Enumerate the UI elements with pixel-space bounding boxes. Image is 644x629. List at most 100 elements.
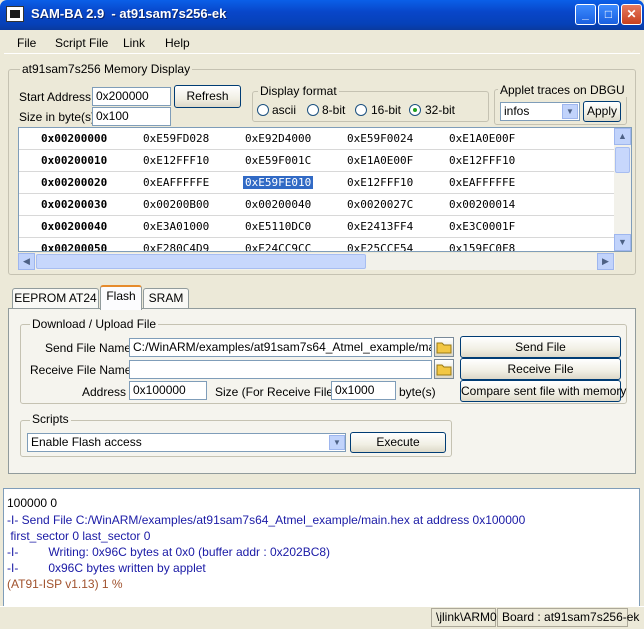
- compare-button[interactable]: Compare sent file with memory: [460, 380, 626, 402]
- memory-cell[interactable]: 0xE5110DC0: [245, 220, 311, 233]
- memory-cell[interactable]: 0xE3A01000: [143, 220, 209, 233]
- maximize-button[interactable]: □: [598, 4, 619, 25]
- memory-row[interactable]: 0x00200040 0xE3A01000 0xE5110DC0 0xE2413FF4…: [19, 216, 615, 238]
- memory-address: 0x00200000: [41, 132, 108, 145]
- memory-row[interactable]: 0x00200010 0xE12FFF10 0xE59F001C 0xE1A0E00F…: [19, 150, 615, 172]
- receive-file-browse-button[interactable]: [434, 359, 454, 379]
- execute-button[interactable]: Execute: [350, 432, 446, 453]
- console-line: -I- 0x96C bytes written by applet: [7, 561, 206, 575]
- display-format-label: Display format: [258, 84, 339, 98]
- window-title: SAM-BA 2.9 - at91sam7s256-ek: [31, 6, 227, 21]
- size-input[interactable]: 0x100: [92, 107, 171, 126]
- radio-8bit[interactable]: [307, 104, 319, 116]
- refresh-button[interactable]: Refresh: [174, 85, 241, 108]
- vscroll-thumb[interactable]: [615, 147, 630, 173]
- console-line: -I- Send File C:/WinARM/examples/at91sam…: [7, 513, 526, 527]
- radio-ascii-label: ascii: [272, 103, 297, 117]
- radio-ascii[interactable]: [257, 104, 269, 116]
- script-select[interactable]: Enable Flash access: [27, 433, 346, 452]
- memory-cell[interactable]: 0xE59FD028: [143, 132, 209, 145]
- receive-file-button[interactable]: Receive File: [460, 358, 621, 380]
- memory-cell[interactable]: 0x00200B00: [143, 198, 209, 211]
- chevron-down-icon: ▼: [333, 438, 341, 447]
- scroll-left-button[interactable]: ◀: [18, 253, 35, 270]
- memory-cell[interactable]: 0xE12FFF10: [449, 154, 515, 167]
- tab-flash[interactable]: Flash: [100, 285, 142, 310]
- radio-16bit[interactable]: [355, 104, 367, 116]
- address-input[interactable]: 0x100000: [129, 381, 207, 400]
- close-icon: ✕: [626, 7, 637, 21]
- memory-address: 0x00200010: [41, 154, 108, 167]
- tab-eeprom[interactable]: EEPROM AT24: [12, 288, 99, 309]
- menu-help[interactable]: Help: [165, 36, 190, 50]
- tab-sram[interactable]: SRAM: [143, 288, 189, 309]
- memory-row[interactable]: 0x00200000 0xE59FD028 0xE92D4000 0xE59F0024…: [19, 128, 615, 150]
- memory-cell[interactable]: 0xE3C0001F: [449, 220, 515, 233]
- memory-cell[interactable]: 0xE12FFF10: [143, 154, 209, 167]
- memory-cell[interactable]: 0xE59FE010: [243, 176, 314, 189]
- status-connection: \jlink\ARM0: [431, 608, 497, 627]
- memory-cell[interactable]: 0x00200014: [449, 198, 515, 211]
- memory-grid[interactable]: 0x00200000 0xE59FD028 0xE92D4000 0xE59F0024…: [18, 127, 632, 252]
- send-file-browse-button[interactable]: [434, 337, 454, 357]
- memory-row[interactable]: 0x00200050 0xF280C4D9 0xE24CC9CC 0xF25CCF54…: [19, 238, 615, 251]
- script-dropdown[interactable]: ▼: [329, 435, 345, 450]
- scroll-down-button[interactable]: ▼: [614, 234, 631, 251]
- menu-file[interactable]: File: [17, 36, 36, 50]
- memory-cell[interactable]: 0xE24CC9CC: [245, 242, 311, 251]
- memory-cell[interactable]: 0xEAFFFFFE: [449, 176, 515, 189]
- script-select-value: Enable Flash access: [31, 435, 142, 449]
- applet-traces-label: Applet traces on DBGU: [498, 83, 627, 97]
- status-board: Board : at91sam7s256-ek: [497, 608, 639, 627]
- folder-icon: [436, 342, 452, 354]
- memory-cell[interactable]: 0xE59F0024: [347, 132, 413, 145]
- size-label: Size in byte(s) :: [19, 110, 102, 124]
- scripts-label: Scripts: [30, 412, 71, 426]
- memory-row[interactable]: 0x00200020 0xEAFFFFFE 0xE59FE010 0xE12FFF10…: [19, 172, 615, 194]
- maximize-icon: □: [604, 7, 613, 21]
- close-button[interactable]: ✕: [621, 4, 642, 25]
- receive-size-label: Size (For Receive File) :: [215, 385, 344, 399]
- memory-display-label: at91sam7s256 Memory Display: [20, 62, 193, 76]
- memory-cell[interactable]: 0xE59F001C: [245, 154, 311, 167]
- memory-cell[interactable]: 0xE2413FF4: [347, 220, 413, 233]
- chevron-down-icon: ▼: [566, 107, 574, 116]
- start-address-input[interactable]: 0x200000: [92, 87, 171, 106]
- receive-file-label: Receive File Name :: [30, 363, 139, 377]
- radio-8bit-label: 8-bit: [322, 103, 346, 117]
- start-address-label: Start Address :: [19, 90, 98, 104]
- send-file-label: Send File Name :: [45, 341, 138, 355]
- memory-row[interactable]: 0x00200030 0x00200B00 0x00200040 0x0020027C…: [19, 194, 615, 216]
- scroll-up-button[interactable]: ▲: [614, 128, 631, 145]
- memory-cell[interactable]: 0x00200040: [245, 198, 311, 211]
- console-line: (AT91-ISP v1.13) 1 %: [7, 577, 123, 591]
- memory-cell[interactable]: 0xE1A0E00F: [347, 154, 413, 167]
- memory-cell[interactable]: 0xEAFFFFFE: [143, 176, 209, 189]
- memory-cell[interactable]: 0xF25CCF54: [347, 242, 413, 251]
- memory-cell[interactable]: 0xF280C4D9: [143, 242, 209, 251]
- memory-cell[interactable]: 0xE92D4000: [245, 132, 311, 145]
- applet-traces-dropdown[interactable]: ▼: [562, 104, 578, 119]
- console-line: first_sector 0 last_sector 0: [7, 529, 151, 543]
- send-file-input[interactable]: C:/WinARM/examples/at91sam7s64_Atmel_exa…: [129, 338, 432, 357]
- menu-script-file[interactable]: Script File: [55, 36, 108, 50]
- minimize-button[interactable]: _: [575, 4, 596, 25]
- radio-32bit-label: 32-bit: [425, 103, 456, 117]
- scroll-right-button[interactable]: ▶: [597, 253, 614, 270]
- receive-size-input[interactable]: 0x1000: [331, 381, 396, 400]
- arrow-down-icon: ▼: [618, 237, 627, 247]
- app-icon: [6, 6, 24, 22]
- hscroll-thumb[interactable]: [36, 254, 366, 269]
- receive-file-input[interactable]: [129, 360, 432, 379]
- memory-cell[interactable]: 0xE1A0E00F: [449, 132, 515, 145]
- minimize-icon: _: [582, 7, 589, 21]
- console-line: 100000 0: [7, 496, 58, 510]
- menu-link[interactable]: Link: [123, 36, 145, 50]
- radio-32bit[interactable]: [409, 104, 421, 116]
- apply-button[interactable]: Apply: [583, 101, 621, 122]
- memory-cell[interactable]: 0x159FC0F8: [449, 242, 515, 251]
- memory-address: 0x00200030: [41, 198, 108, 211]
- memory-cell[interactable]: 0x0020027C: [347, 198, 413, 211]
- send-file-button[interactable]: Send File: [460, 336, 621, 358]
- memory-cell[interactable]: 0xE12FFF10: [347, 176, 413, 189]
